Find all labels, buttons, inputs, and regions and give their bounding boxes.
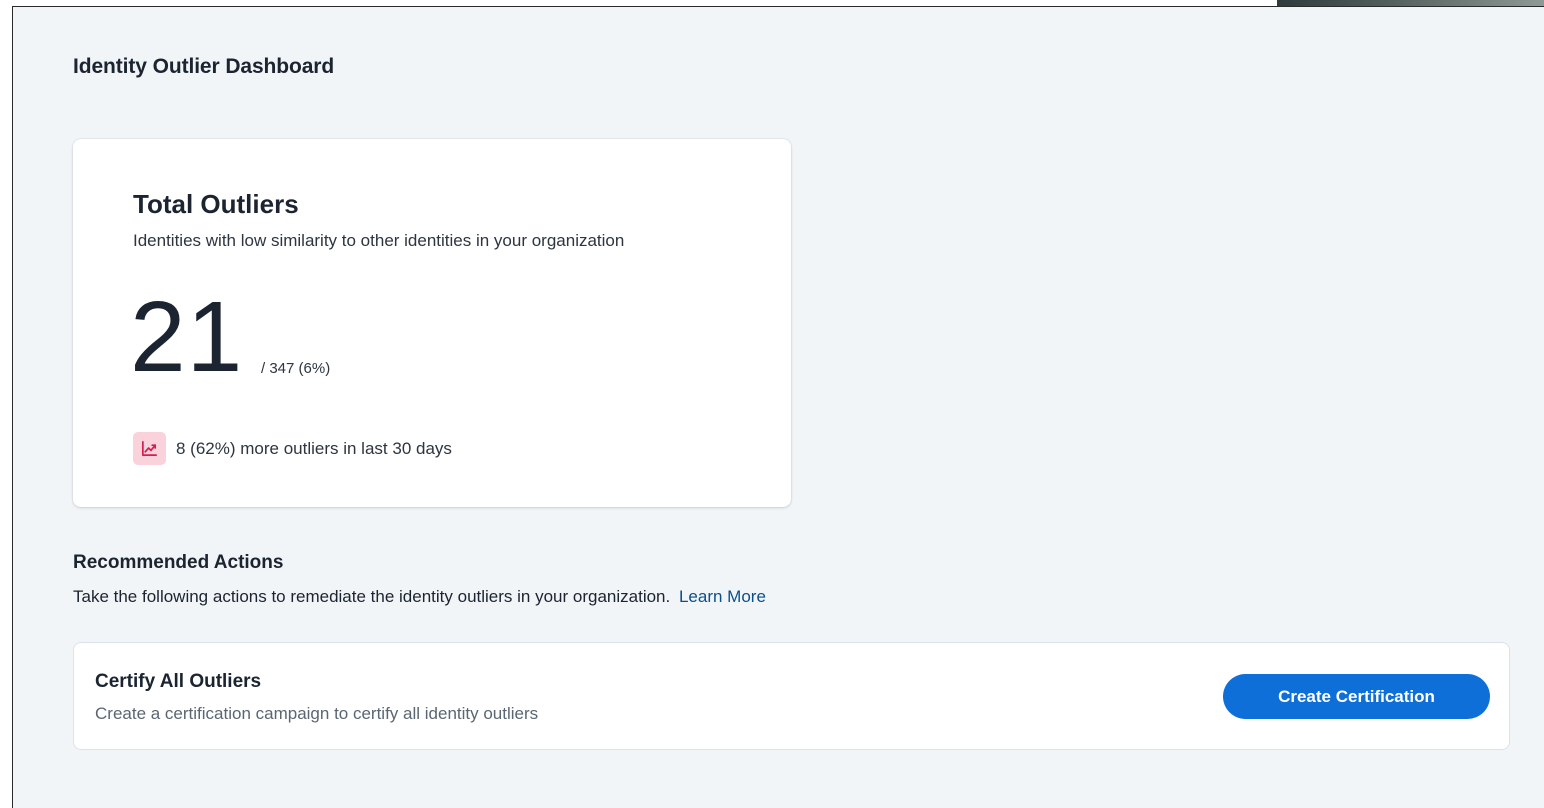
recommended-actions-description: Take the following actions to remediate … xyxy=(73,587,766,607)
create-certification-button[interactable]: Create Certification xyxy=(1223,674,1490,719)
card-title: Total Outliers xyxy=(133,189,299,219)
card-subtitle: Identities with low similarity to other … xyxy=(133,231,625,250)
trend-summary: 8 (62%) more outliers in last 30 days xyxy=(133,432,452,465)
action-description: Create a certification campaign to certi… xyxy=(95,704,539,723)
trend-text: 8 (62%) more outliers in last 30 days xyxy=(176,438,452,458)
outlier-total: / 347 (6%) xyxy=(261,360,331,377)
outlier-count: 21 xyxy=(130,281,244,393)
trending-up-icon xyxy=(133,432,166,465)
total-outliers-card: Total Outliers Identities with low simil… xyxy=(73,139,791,507)
recommended-actions-text: Take the following actions to remediate … xyxy=(73,587,671,606)
window-frame: Identity Outlier Dashboard Total Outlier… xyxy=(0,0,1544,808)
recommended-actions-title: Recommended Actions xyxy=(73,552,284,573)
certify-all-outliers-card: Certify All Outliers Create a certificat… xyxy=(73,642,1510,750)
dashboard-page: Identity Outlier Dashboard Total Outlier… xyxy=(12,6,1544,808)
page-title: Identity Outlier Dashboard xyxy=(73,55,335,78)
action-title: Certify All Outliers xyxy=(95,671,262,692)
learn-more-link[interactable]: Learn More xyxy=(679,587,766,606)
